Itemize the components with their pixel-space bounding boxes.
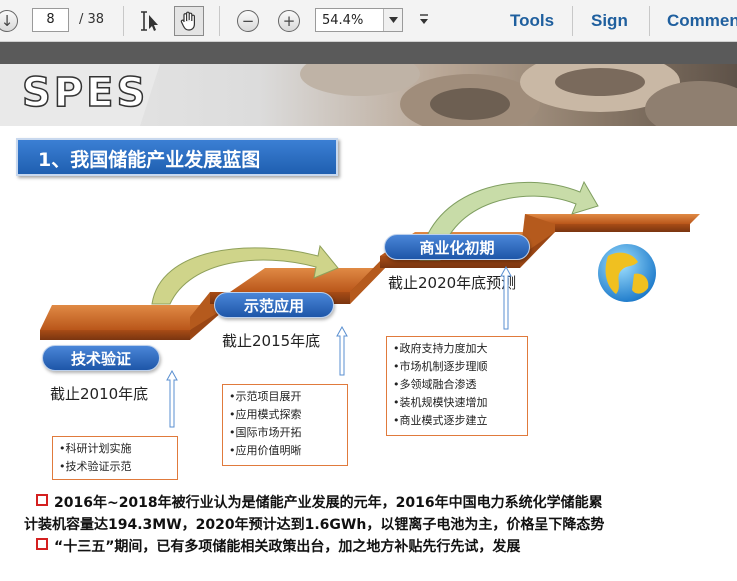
stage-2-box: •示范项目展开 •应用模式探索 •国际市场开拓 •应用价值明晰 [222, 384, 348, 466]
red-square-bullet-icon [36, 538, 48, 550]
bullet-line: “十三五”期间，已有多项储能相关政策出台，加之地方补贴先行先试，发展 [36, 536, 736, 558]
toolbar-divider [572, 6, 573, 36]
up-arrow-icon [500, 266, 512, 330]
zoom-dropdown-arrow[interactable] [383, 9, 402, 31]
toolbar-divider [123, 6, 124, 36]
list-item: •政府支持力度加大 [393, 342, 488, 355]
comment-menu[interactable]: Comment [667, 11, 737, 31]
tools-menu[interactable]: Tools [510, 11, 554, 31]
document-background [0, 42, 737, 64]
toolbar-divider [219, 6, 220, 36]
pdf-page: SPES 1、我国储能产业发展蓝图 技术验证 截止2010年底 •科研计划实施 … [0, 64, 737, 581]
bullet-line: 2016年~2018年被行业认为是储能产业发展的元年，2016年中国电力系统化学… [36, 492, 736, 514]
plus-icon: + [282, 11, 296, 30]
hand-tool-button[interactable] [174, 6, 204, 36]
sign-menu[interactable]: Sign [591, 11, 628, 31]
minus-icon: − [241, 11, 255, 30]
zoom-select[interactable]: 54.4% [315, 8, 403, 32]
text-cursor-icon [141, 11, 158, 31]
stage-label-early-commercial: 商业化初期 [384, 234, 530, 260]
list-item: •应用模式探索 [229, 408, 302, 421]
bullet-text: “十三五”期间，已有多项储能相关政策出台，加之地方补贴先行先试，发展 [54, 539, 521, 555]
stage-1-box: •科研计划实施 •技术验证示范 [52, 436, 178, 480]
stage-3-box: •政府支持力度加大 •市场机制逐步理顺 •多领域融合渗透 •装机规模快速增加 •… [386, 336, 528, 436]
more-tools-button[interactable] [417, 12, 431, 28]
pdf-toolbar: ↓ 8 / 38 − + 54.4% Tools Sign Comment [0, 0, 737, 42]
bullet-line: 计装机容量达194.3MW，2020年预计达到1.6GWh，以锂离子电池为主，价… [24, 514, 736, 536]
stage-label-demo-application: 示范应用 [214, 292, 334, 318]
zoom-in-button[interactable]: + [278, 10, 300, 32]
stage-label-tech-validation: 技术验证 [42, 345, 160, 371]
chevron-down-icon [388, 17, 398, 23]
header-banner: SPES [0, 64, 737, 126]
zoom-out-button[interactable]: − [237, 10, 259, 32]
list-item: •市场机制逐步理顺 [393, 360, 488, 373]
spes-logo: SPES [21, 69, 149, 117]
page-total: / 38 [79, 12, 105, 27]
bullet-text-block: 2016年~2018年被行业认为是储能产业发展的元年，2016年中国电力系统化学… [24, 492, 736, 558]
stage-date-2020: 截止2020年底预测 [388, 274, 517, 292]
bullet-text: 2016年~2018年被行业认为是储能产业发展的元年，2016年中国电力系统化学… [54, 495, 603, 511]
list-item: •示范项目展开 [229, 390, 302, 403]
next-page-button[interactable]: ↓ [0, 10, 18, 32]
up-arrow-icon [166, 370, 178, 428]
stage-date-2015: 截止2015年底 [222, 332, 321, 350]
toolbar-divider [649, 6, 650, 36]
list-item: •国际市场开拓 [229, 426, 302, 439]
arrow-down-icon: ↓ [0, 11, 14, 30]
red-square-bullet-icon [36, 494, 48, 506]
page-number-input[interactable]: 8 [32, 8, 69, 32]
zoom-value: 54.4% [322, 13, 364, 28]
list-item: •应用价值明晰 [229, 444, 302, 457]
select-tool-button[interactable] [137, 8, 161, 34]
overflow-menu-icon [420, 14, 428, 24]
bullet-text: 计装机容量达194.3MW，2020年预计达到1.6GWh，以锂离子电池为主，价… [24, 517, 605, 533]
list-item: •商业模式逐步建立 [393, 414, 488, 427]
list-item: •技术验证示范 [59, 460, 132, 473]
stage-date-2010: 截止2010年底 [50, 385, 149, 403]
list-item: •装机规模快速增加 [393, 396, 488, 409]
list-item: •科研计划实施 [59, 442, 132, 455]
up-arrow-icon [336, 326, 348, 376]
list-item: •多领域融合渗透 [393, 378, 477, 391]
hand-icon [180, 11, 195, 31]
